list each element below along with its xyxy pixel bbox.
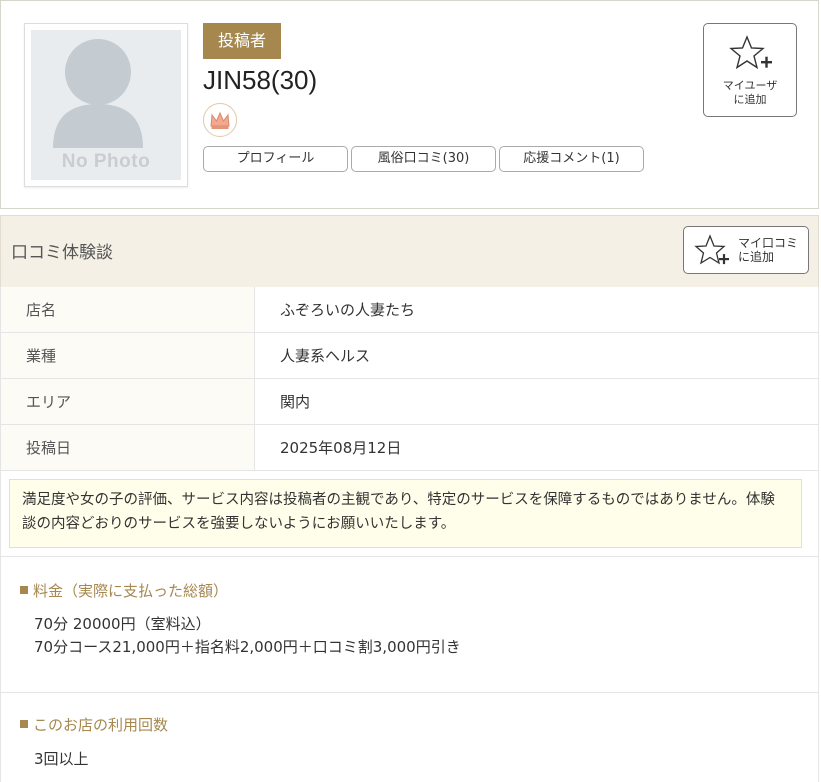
table-row: 店名 ふぞろいの人妻たち: [0, 287, 819, 333]
add-my-user-label: マイユーザ に追加: [722, 79, 778, 106]
poster-badge: 投稿者: [203, 23, 281, 59]
tab-support-comments[interactable]: 応援コメント(1): [499, 146, 644, 172]
area-label: エリア: [0, 378, 255, 425]
notice-container: 満足度や女の子の評価、サービス内容は投稿者の主観であり、特定のサービスを保障する…: [0, 471, 819, 557]
avatar: No Photo: [24, 23, 188, 187]
tab-reviews[interactable]: 風俗口コミ(30): [351, 146, 496, 172]
visit-count-section: このお店の利用回数 3回以上: [0, 693, 819, 782]
disclaimer-notice: 満足度や女の子の評価、サービス内容は投稿者の主観であり、特定のサービスを保障する…: [9, 479, 802, 548]
poster-username[interactable]: JIN58(30): [203, 63, 317, 97]
no-photo-avatar-icon: No Photo: [31, 30, 181, 180]
star-plus-icon: [694, 234, 729, 265]
price-breakdown: 70分コース21,000円＋指名料2,000円＋口コミ割3,000円引き: [34, 638, 461, 656]
price-summary: 70分 20000円（室料込）: [34, 615, 211, 633]
review-info-table: 店名 ふぞろいの人妻たち 業種 人妻系ヘルス エリア 関内 投稿日 2025年0…: [0, 287, 819, 471]
price-body: 70分 20000円（室料込） 70分コース21,000円＋指名料2,000円＋…: [34, 613, 461, 659]
post-date-value: 2025年08月12日: [254, 424, 819, 471]
area-value: 関内: [254, 378, 819, 425]
visit-count-title: このお店の利用回数: [20, 714, 168, 735]
table-row: エリア 関内: [0, 378, 819, 425]
poster-profile-card: No Photo 投稿者 JIN58(30) プロフィール 風俗口コミ(30) …: [0, 0, 819, 209]
add-my-review-button[interactable]: マイ口コミ に追加: [683, 226, 809, 274]
price-title: 料金（実際に支払った総額）: [20, 580, 228, 601]
section-title: 口コミ体験談: [11, 243, 113, 263]
add-my-review-label: マイ口コミ に追加: [738, 236, 799, 264]
crown-icon: [203, 103, 237, 137]
no-photo-label: No Photo: [61, 151, 151, 172]
square-bullet-icon: [20, 586, 28, 594]
genre-value: 人妻系ヘルス: [254, 332, 819, 379]
genre-label: 業種: [0, 332, 255, 379]
price-section: 料金（実際に支払った総額） 70分 20000円（室料込） 70分コース21,0…: [0, 557, 819, 693]
table-row: 業種 人妻系ヘルス: [0, 332, 819, 379]
tab-profile[interactable]: プロフィール: [203, 146, 348, 172]
shop-name-value[interactable]: ふぞろいの人妻たち: [254, 287, 819, 333]
visit-count-value: 3回以上: [34, 750, 89, 768]
review-section-header: 口コミ体験談 マイ口コミ に追加: [0, 215, 819, 287]
table-row: 投稿日 2025年08月12日: [0, 424, 819, 471]
shop-name-label: 店名: [0, 287, 255, 333]
add-my-user-button[interactable]: マイユーザ に追加: [703, 23, 797, 117]
star-plus-icon: [729, 35, 772, 70]
post-date-label: 投稿日: [0, 424, 255, 471]
square-bullet-icon: [20, 720, 28, 728]
